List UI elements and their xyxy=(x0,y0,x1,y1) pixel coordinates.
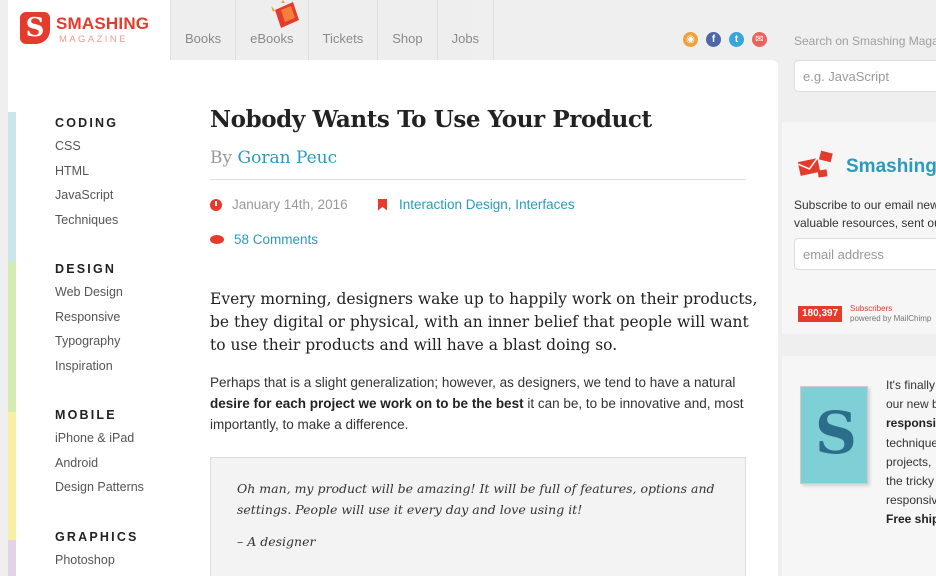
promo-bold: Free shipping xyxy=(886,512,936,527)
date-text: January 14th, 2016 xyxy=(232,197,348,212)
paragraph-emphasis: desire for each project we work on to be… xyxy=(210,396,524,411)
comments-count[interactable]: 58 Comments xyxy=(234,232,318,247)
category-strip-coding xyxy=(8,112,16,262)
search-label: Search on Smashing Magazine xyxy=(794,34,936,48)
newsletter-title: Smashing Newsletter xyxy=(846,156,936,177)
category-title[interactable]: GRAPHICS xyxy=(55,530,165,544)
category-group-mobile: MOBILE iPhone & iPad Android Design Patt… xyxy=(55,408,165,505)
article: Nobody Wants To Use Your Product By Gora… xyxy=(170,60,778,576)
promo-line: It's finally here: xyxy=(886,378,936,392)
category-link[interactable]: HTML xyxy=(55,164,165,189)
article-paragraph: Perhaps that is a slight generalization;… xyxy=(210,372,750,435)
search-input[interactable] xyxy=(794,60,936,92)
promo-line: projects, xyxy=(886,454,932,469)
bookmark-icon xyxy=(378,198,387,211)
quote-text: Oh man, my product will be amazing! It w… xyxy=(237,481,715,517)
article-title: Nobody Wants To Use Your Product xyxy=(210,106,652,133)
subscriber-count: 180,397 xyxy=(798,306,843,322)
clock-icon xyxy=(210,198,222,211)
logo-subtitle: MAGAZINE xyxy=(59,34,128,45)
divider xyxy=(210,179,746,180)
nav-jobs[interactable]: Jobs xyxy=(436,0,495,60)
book-promo-text: It's finally here: our new book, respons… xyxy=(886,376,936,530)
newsletter-line: Subscribe to our email newsletter for xyxy=(794,198,936,212)
envelope-icon xyxy=(798,150,833,178)
top-nav: Books eBooks Tickets Shop Jobs xyxy=(170,0,495,60)
newsletter-email-input[interactable] xyxy=(794,238,936,270)
quote-attribution: – A designer xyxy=(237,534,316,549)
article-categories: Interaction Design, Interfaces xyxy=(378,197,575,212)
book-cover[interactable]: S xyxy=(800,386,868,484)
facebook-icon[interactable]: f xyxy=(706,32,721,47)
category-link[interactable]: iPhone & iPad xyxy=(55,431,165,456)
category-title[interactable]: MOBILE xyxy=(55,408,165,422)
category-group-coding: CODING CSS HTML JavaScript Techniques xyxy=(55,116,165,237)
article-lead: Every morning, designers wake up to happ… xyxy=(210,290,758,354)
article-date: January 14th, 2016 xyxy=(210,197,348,212)
category-link[interactable]: Techniques xyxy=(55,213,165,238)
category-link[interactable]: Inspiration xyxy=(55,359,165,384)
category-strip-mobile xyxy=(8,412,16,540)
email-icon[interactable]: ✉ xyxy=(752,32,767,47)
promo-bold[interactable]: responsive xyxy=(886,416,936,430)
category-link[interactable]: Design Patterns xyxy=(55,480,165,505)
category-link[interactable]: Typography xyxy=(55,334,165,359)
category-group-design: DESIGN Web Design Responsive Typography … xyxy=(55,262,165,383)
rss-icon[interactable]: ◉ xyxy=(683,32,698,47)
category-nav: CODING CSS HTML JavaScript Techniques DE… xyxy=(55,116,165,576)
book-cover-logo: S xyxy=(815,399,857,467)
category-link[interactable]: Web Design xyxy=(55,285,165,310)
nav-books[interactable]: Books xyxy=(170,0,235,60)
paragraph-text: Perhaps that is a slight generalization;… xyxy=(210,375,736,390)
byline-prefix: By xyxy=(210,148,233,168)
book-promo: S It's finally here: our new book, respo… xyxy=(782,356,936,576)
category-link[interactable]: JavaScript xyxy=(55,188,165,213)
promo-flag-icon xyxy=(271,0,299,28)
promo-line: responsive xyxy=(886,493,936,508)
social-links: ◉ f t ✉ xyxy=(683,32,767,47)
promo-line: our new book, xyxy=(886,397,936,412)
newsletter-box: Smashing Newsletter Subscribe to our ema… xyxy=(782,122,936,334)
site-logo[interactable]: S SMASHING MAGAZINE xyxy=(20,12,170,52)
byline: By Goran Peuc xyxy=(210,148,337,168)
category-link[interactable]: Photoshop xyxy=(55,553,165,576)
category-title[interactable]: CODING xyxy=(55,116,165,130)
category-title[interactable]: DESIGN xyxy=(55,262,165,276)
promo-line: responsive xyxy=(886,414,936,433)
nav-shop[interactable]: Shop xyxy=(377,0,436,60)
promo-line: Free shipping xyxy=(886,510,936,529)
author-link[interactable]: Goran Peuc xyxy=(238,148,338,168)
newsletter-line: valuable resources, sent out every two w… xyxy=(794,216,936,230)
page: S SMASHING MAGAZINE Books eBooks Tickets… xyxy=(0,0,936,576)
promo-line: techniques xyxy=(886,435,936,450)
category-link[interactable]: Responsive xyxy=(55,310,165,335)
category-group-graphics: GRAPHICS Photoshop xyxy=(55,530,165,576)
category-link[interactable]: Android xyxy=(55,456,165,481)
twitter-icon[interactable]: t xyxy=(729,32,744,47)
promo-line: the tricky xyxy=(886,474,935,489)
subscriber-label: Subscribers xyxy=(850,304,893,313)
pull-quote: Oh man, my product will be amazing! It w… xyxy=(210,457,746,576)
newsletter-description: Subscribe to our email newsletter for va… xyxy=(794,196,936,232)
right-sidebar: Smashing Newsletter Subscribe to our ema… xyxy=(778,100,936,576)
category-strip-design xyxy=(8,262,16,412)
category-links[interactable]: Interaction Design, Interfaces xyxy=(399,197,575,212)
category-strip-graphics xyxy=(8,540,16,576)
mailchimp-credit: powered by MailChimp xyxy=(850,314,932,323)
logo-title: SMASHING xyxy=(56,14,150,33)
logo-mark-icon: S xyxy=(20,12,50,44)
nav-tickets[interactable]: Tickets xyxy=(307,0,378,60)
comments-link[interactable]: 58 Comments xyxy=(210,232,318,247)
category-link[interactable]: CSS xyxy=(55,139,165,164)
comment-icon xyxy=(210,235,224,244)
